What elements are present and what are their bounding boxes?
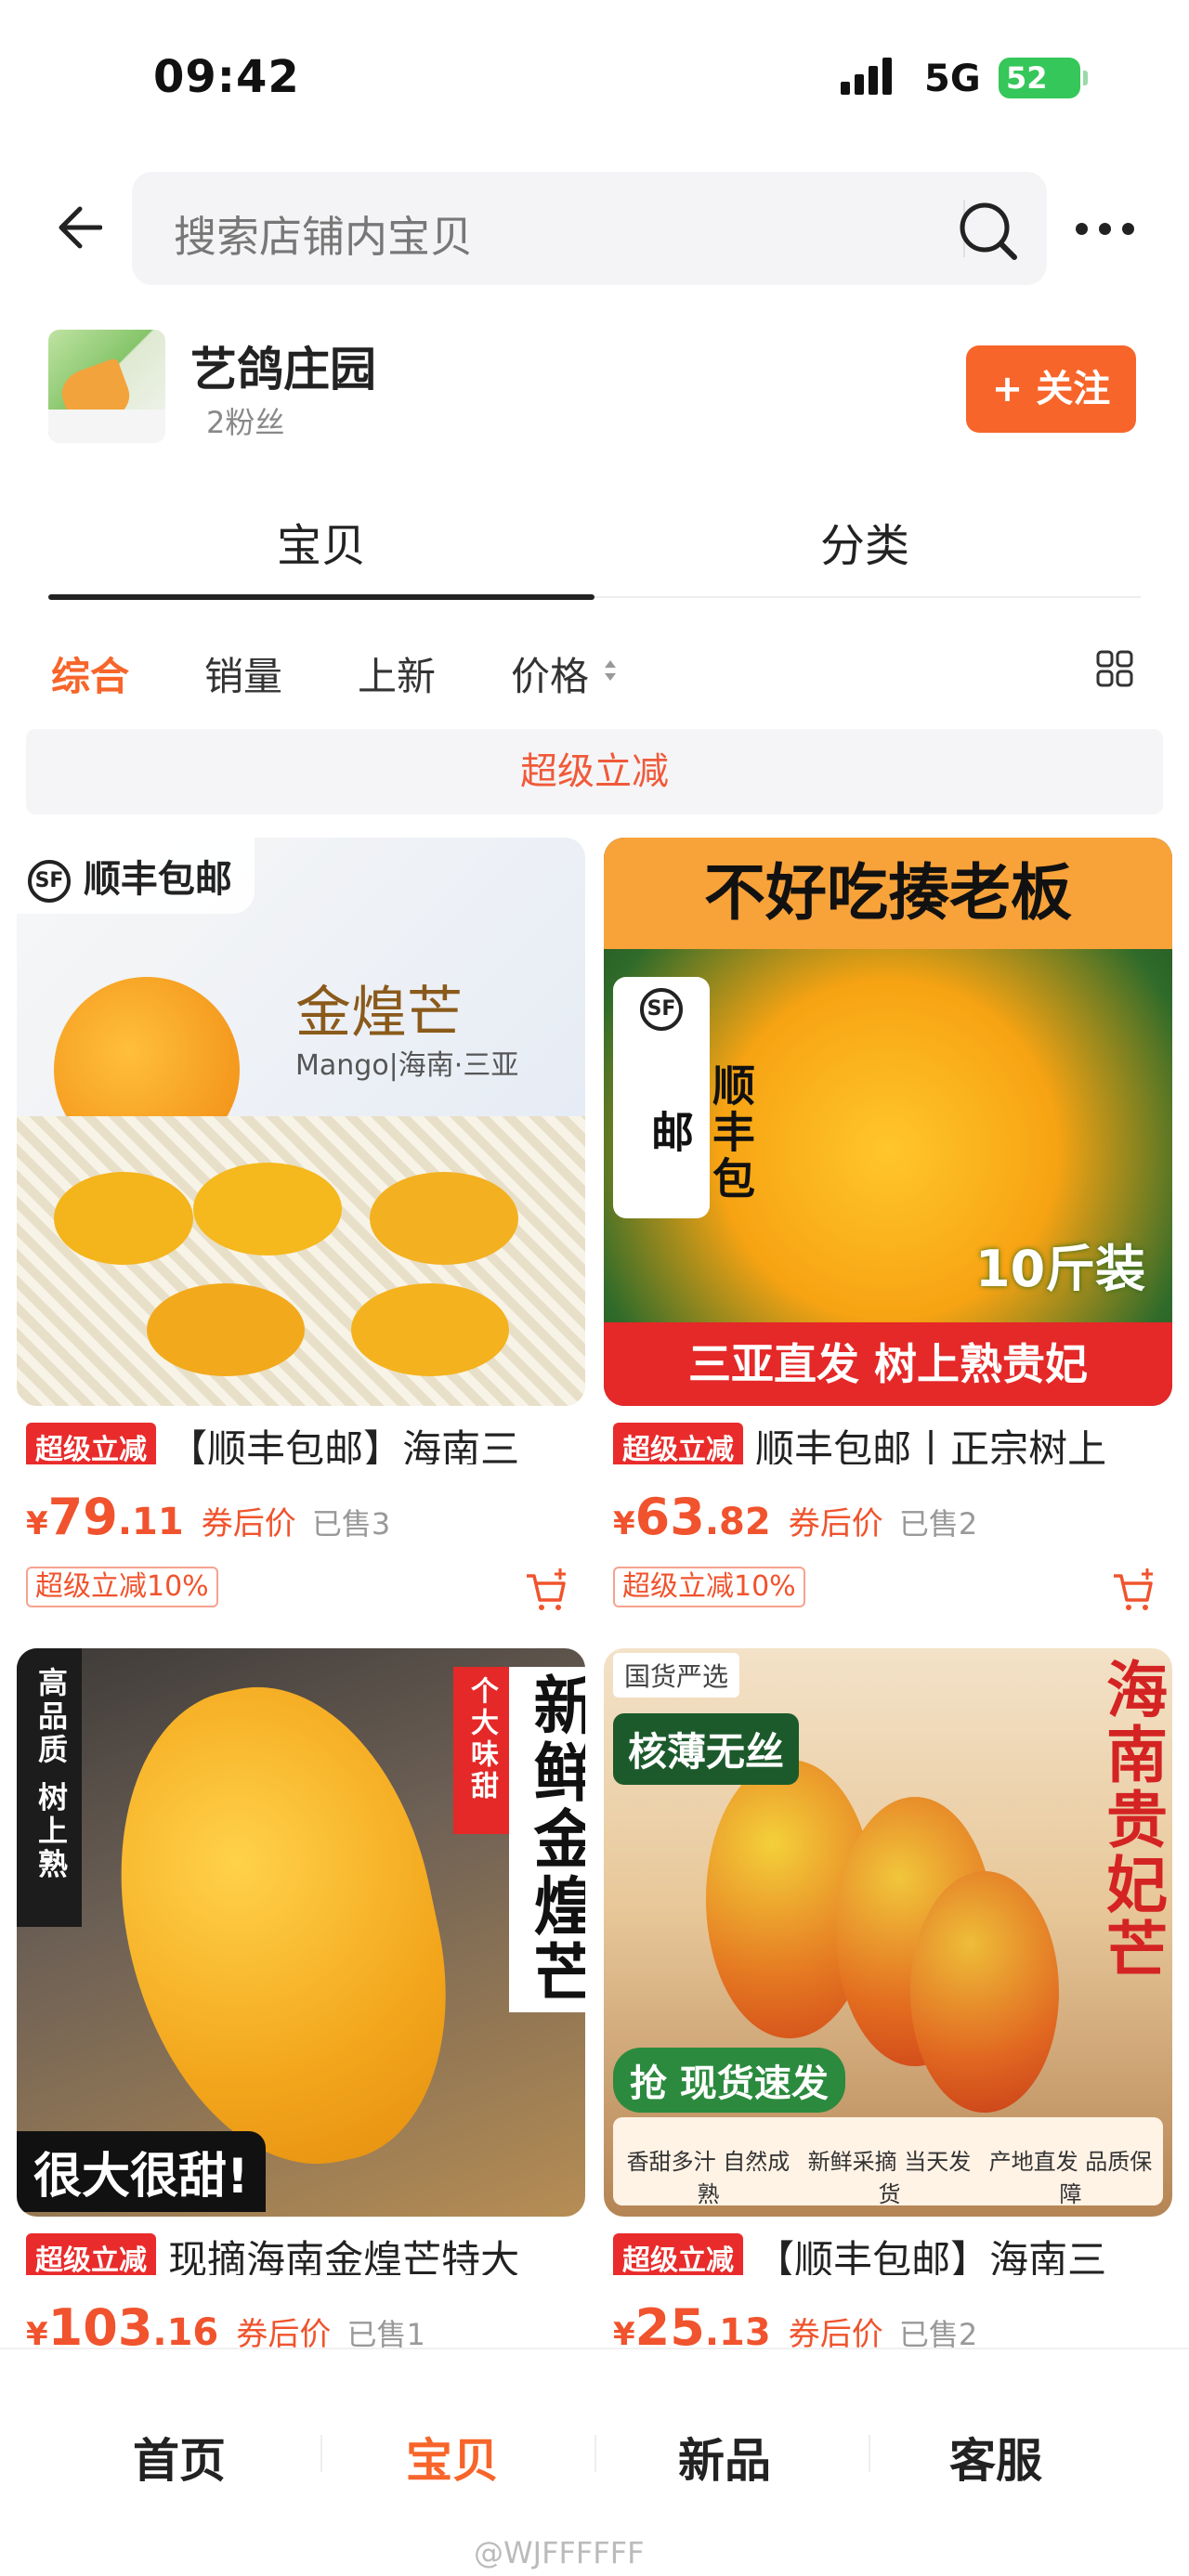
- price-currency: ¥: [26, 1505, 48, 1542]
- price-integer: 63: [634, 1488, 705, 1546]
- product-title: 【顺丰包邮】海南三: [755, 2237, 1107, 2275]
- shop-name[interactable]: 艺鸽庄园: [190, 332, 376, 399]
- price-note: 券后价: [788, 1505, 883, 1542]
- status-bar: 09:42 5G 52: [0, 0, 1189, 158]
- product-image[interactable]: 高品质 树上熟 个大味甜 新鲜金煌芒 很大很甜!: [17, 1648, 585, 2217]
- product-card[interactable]: 金煌芒 Mango|海南·三亚 SF 顺丰包邮 超级立减 【顺丰包邮】海南三 ¥…: [17, 838, 585, 1673]
- nav-products[interactable]: 宝贝: [406, 2424, 499, 2491]
- nav-new[interactable]: 新品: [678, 2424, 771, 2491]
- sf-shipping-badge: SF 顺丰包邮: [17, 838, 255, 914]
- image-feature-label: 核薄无丝: [613, 1713, 800, 1785]
- sf-side-badge: SF 顺丰包邮: [613, 977, 756, 1218]
- image-ribbon: 抢 现货速发: [613, 2048, 845, 2113]
- product-title: 顺丰包邮丨正宗树上: [755, 1426, 1107, 1464]
- discount-tag: 超级立减10%: [26, 1567, 218, 1607]
- product-title-row[interactable]: 超级立减 顺丰包邮丨正宗树上: [613, 1418, 1170, 1464]
- product-title-row[interactable]: 超级立减 【顺丰包邮】海南三: [613, 2229, 1170, 2275]
- more-icon[interactable]: [1076, 223, 1137, 238]
- battery-icon: 52: [999, 58, 1088, 98]
- product-title-row[interactable]: 超级立减 【顺丰包邮】海南三: [26, 1418, 583, 1464]
- add-to-cart-icon[interactable]: [1110, 1567, 1156, 1613]
- nav-separator: [869, 2435, 870, 2472]
- image-feature-1: 香甜多汁 自然成熟: [626, 2149, 790, 2207]
- product-card[interactable]: 国货严选 核薄无丝 海南贵妃芒 抢 现货速发 香甜多汁 自然成熟 新鲜采摘 当天…: [604, 1648, 1172, 2357]
- promo-band[interactable]: 超级立减: [26, 729, 1163, 814]
- discount-tag: 超级立减10%: [613, 1567, 805, 1607]
- sold-count: 已售2: [898, 1506, 978, 1542]
- search-placeholder: 搜索店铺内宝贝: [174, 212, 473, 262]
- nav-separator: [594, 2435, 596, 2472]
- shop-fans-count: 2粉丝: [206, 405, 285, 440]
- price-decimal: .82: [704, 1501, 771, 1543]
- image-bottom-banner: 三亚直发 树上熟贵妃: [604, 1322, 1172, 1406]
- sold-count: 已售3: [311, 1506, 391, 1542]
- sort-arrows-icon[interactable]: [602, 657, 619, 684]
- tab-products[interactable]: 宝贝: [277, 509, 366, 574]
- image-feature-2: 新鲜采摘 当天发货: [807, 2149, 972, 2207]
- image-big-text: 新鲜金煌芒: [509, 1667, 585, 2012]
- price-row: ¥63.82 券后价 已售2: [613, 1488, 978, 1546]
- sort-price[interactable]: 价格: [511, 645, 589, 702]
- promo-tag: 超级立减: [613, 2232, 743, 2275]
- price-note: 券后价: [201, 1505, 296, 1542]
- back-arrow-icon[interactable]: [46, 200, 102, 255]
- price-currency: ¥: [613, 1505, 635, 1542]
- image-vertical-title: 海南贵妃芒: [1096, 1658, 1168, 1983]
- sf-logo-icon: SF: [640, 988, 683, 1031]
- add-to-cart-icon[interactable]: [523, 1567, 569, 1613]
- signal-icon: [841, 58, 896, 95]
- product-title: 现摘海南金煌芒特大: [168, 2237, 520, 2275]
- image-subtitle: Mango|海南·三亚: [295, 1049, 519, 1082]
- image-feature-3: 产地直发 品质保障: [988, 2149, 1153, 2207]
- image-top-banner: 不好吃揍老板: [604, 838, 1172, 949]
- tab-divider: [594, 596, 1141, 598]
- grid-view-icon[interactable]: [1096, 650, 1133, 687]
- product-title: 【顺丰包邮】海南三: [168, 1426, 520, 1464]
- network-type: 5G: [924, 58, 981, 100]
- product-card[interactable]: 不好吃揍老板 SF 顺丰包邮 10斤装 三亚直发 树上熟贵妃 超级立减 顺丰包邮…: [604, 838, 1172, 1673]
- sort-sales[interactable]: 销量: [204, 645, 282, 702]
- nav-service[interactable]: 客服: [949, 2424, 1042, 2491]
- promo-tag: 超级立减: [26, 2232, 156, 2275]
- price-integer: 79: [47, 1488, 118, 1546]
- price-row: ¥25.13 券后价 已售2: [613, 2298, 977, 2357]
- search-input[interactable]: 搜索店铺内宝贝: [132, 172, 1047, 285]
- product-image[interactable]: 国货严选 核薄无丝 海南贵妃芒 抢 现货速发 香甜多汁 自然成熟 新鲜采摘 当天…: [604, 1648, 1172, 2217]
- promo-tag: 超级立减: [613, 1422, 743, 1464]
- side-badge-text: 顺丰包邮: [645, 1063, 756, 1203]
- status-time: 09:42: [153, 51, 300, 103]
- sf-badge-text: 顺丰包邮: [83, 858, 232, 901]
- product-card[interactable]: 高品质 树上熟 个大味甜 新鲜金煌芒 很大很甜! 超级立减 现摘海南金煌芒特大 …: [17, 1648, 585, 2357]
- image-brand: 金煌芒: [295, 981, 463, 1046]
- price-decimal: .11: [117, 1501, 184, 1543]
- sort-comprehensive[interactable]: 综合: [51, 645, 129, 702]
- image-weight: 10斤装: [975, 1240, 1146, 1298]
- shop-logo[interactable]: [48, 330, 165, 443]
- tab-categories[interactable]: 分类: [820, 509, 909, 574]
- promo-tag: 超级立减: [26, 1422, 156, 1464]
- watermark: @WJFFFFFF: [474, 2535, 645, 2570]
- image-small-strip: 个大味甜: [465, 1676, 498, 1802]
- price-row: ¥79.11 券后价 已售3: [26, 1488, 391, 1546]
- bottom-nav: 首页 宝贝 新品 客服 @WJFFFFFF: [0, 2348, 1189, 2576]
- nav-separator: [320, 2435, 322, 2472]
- product-image[interactable]: 金煌芒 Mango|海南·三亚 SF 顺丰包邮: [17, 838, 585, 1406]
- nav-home[interactable]: 首页: [133, 2424, 226, 2491]
- follow-button[interactable]: + 关注: [966, 345, 1136, 433]
- price-row: ¥103.16 券后价 已售1: [26, 2298, 425, 2357]
- image-bottom-text: 很大很甜!: [17, 2131, 266, 2212]
- sf-logo-icon: SF: [28, 860, 71, 903]
- image-left-strip: 高品质 树上熟: [33, 1667, 69, 1882]
- search-icon[interactable]: [957, 200, 1018, 261]
- tab-active-indicator: [48, 594, 594, 600]
- product-title-row[interactable]: 超级立减 现摘海南金煌芒特大: [26, 2229, 583, 2275]
- image-corner-label: 国货严选: [613, 1653, 740, 1698]
- product-image[interactable]: 不好吃揍老板 SF 顺丰包邮 10斤装 三亚直发 树上熟贵妃: [604, 838, 1172, 1406]
- sort-newest[interactable]: 上新: [358, 645, 436, 702]
